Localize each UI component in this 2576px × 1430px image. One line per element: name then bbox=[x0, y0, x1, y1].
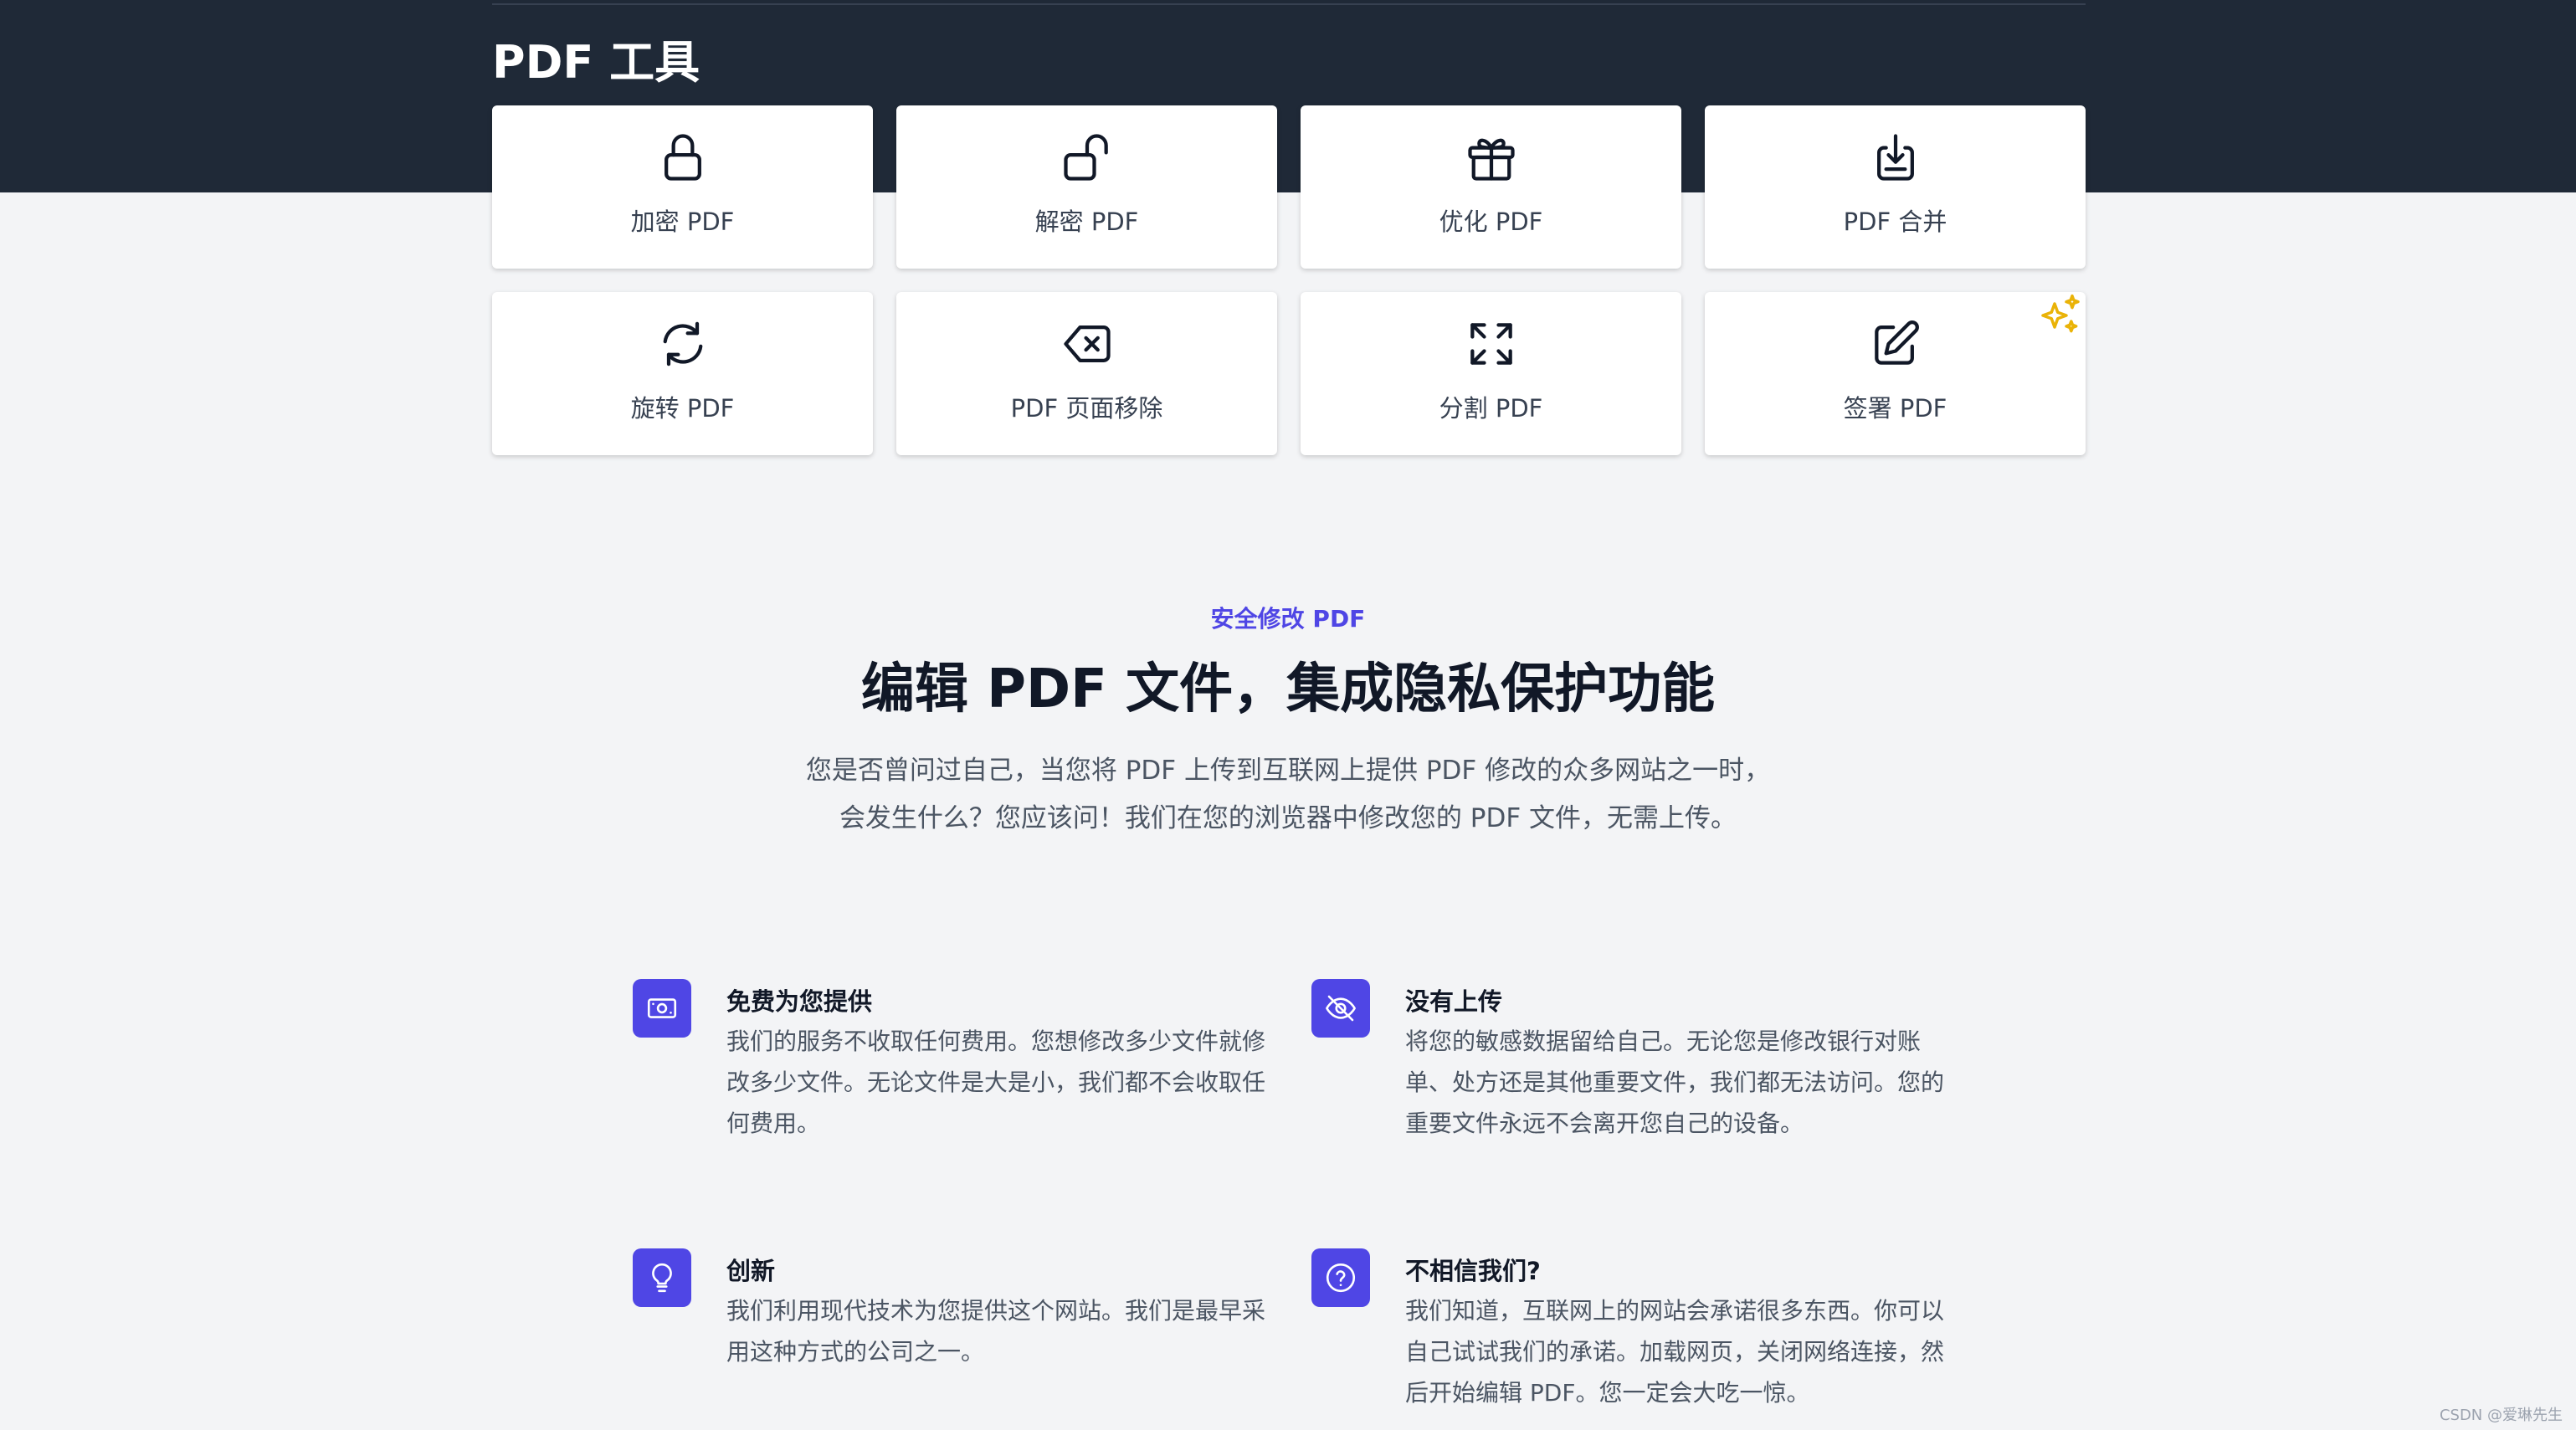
tool-label: 旋转 PDF bbox=[630, 394, 735, 423]
feature-text: 我们利用现代技术为您提供这个网站。我们是最早采用这种方式的公司之一。 bbox=[726, 1297, 1266, 1366]
tool-card-split[interactable]: 分割 PDF bbox=[1301, 292, 1681, 455]
watermark: CSDN @爱琳先生 bbox=[2439, 1407, 2563, 1424]
backspace-delete-icon bbox=[1059, 315, 1116, 372]
tool-card-remove-pages[interactable]: PDF 页面移除 bbox=[896, 292, 1277, 455]
unlock-icon bbox=[1059, 129, 1116, 186]
feature-text: 将您的敏感数据留给自己。无论您是修改银行对账单、处方还是其他重要文件，我们都无法… bbox=[1405, 1028, 1945, 1137]
merge-download-icon bbox=[1867, 129, 1924, 186]
rotate-icon bbox=[654, 315, 711, 372]
intro-line-2: 会发生什么？您应该问！我们在您的浏览器中修改您的 PDF 文件，无需上传。 bbox=[839, 803, 1737, 833]
tools-grid: 加密 PDF 解密 PDF 优化 PDF PDF 合并 旋转 PDF PDF 页… bbox=[492, 105, 2086, 455]
feature-text: 我们知道，互联网上的网站会承诺很多东西。你可以自己试试我们的承诺。加载网页，关闭… bbox=[1405, 1297, 1945, 1407]
tool-label: PDF 页面移除 bbox=[1010, 394, 1163, 423]
lightbulb-icon bbox=[633, 1248, 691, 1307]
page-title: PDF 工具 bbox=[492, 36, 700, 89]
tool-label: 加密 PDF bbox=[630, 208, 735, 236]
expand-arrows-icon bbox=[1463, 315, 1520, 372]
sparkles-icon bbox=[2037, 292, 2084, 339]
tool-card-encrypt[interactable]: 加密 PDF bbox=[492, 105, 873, 269]
tool-card-decrypt[interactable]: 解密 PDF bbox=[896, 105, 1277, 269]
feature-title: 创新 bbox=[726, 1257, 776, 1285]
tool-card-rotate[interactable]: 旋转 PDF bbox=[492, 292, 873, 455]
feature-text: 我们的服务不收取任何费用。您想修改多少文件就修改多少文件。无论文件是大是小，我们… bbox=[726, 1028, 1266, 1137]
intro-line-1: 您是否曾问过自己，当您将 PDF 上传到互联网上提供 PDF 修改的众多网站之一… bbox=[805, 756, 1771, 786]
tool-label: 签署 PDF bbox=[1843, 394, 1947, 423]
section-headline: 编辑 PDF 文件，集成隐私保护功能 bbox=[860, 659, 1716, 720]
banknote-icon bbox=[633, 979, 691, 1038]
tool-label: 优化 PDF bbox=[1439, 208, 1543, 236]
feature-title: 不相信我们? bbox=[1405, 1257, 1541, 1285]
tool-card-sign[interactable]: 签署 PDF bbox=[1705, 292, 2086, 455]
lock-icon bbox=[654, 129, 711, 186]
section-intro: 您是否曾问过自己，当您将 PDF 上传到互联网上提供 PDF 修改的众多网站之一… bbox=[702, 747, 1874, 843]
tool-label: 分割 PDF bbox=[1439, 394, 1543, 423]
tool-label: 解密 PDF bbox=[1034, 208, 1139, 236]
section-eyebrow: 安全修改 PDF bbox=[1210, 605, 1366, 633]
pencil-square-icon bbox=[1867, 315, 1924, 372]
feature-title: 没有上传 bbox=[1405, 987, 1503, 1016]
tool-label: PDF 合并 bbox=[1843, 208, 1947, 236]
header-divider bbox=[492, 3, 2086, 5]
tool-card-merge[interactable]: PDF 合并 bbox=[1705, 105, 2086, 269]
gift-icon bbox=[1463, 129, 1520, 186]
tool-card-optimize[interactable]: 优化 PDF bbox=[1301, 105, 1681, 269]
eye-slash-icon bbox=[1311, 979, 1370, 1038]
feature-title: 免费为您提供 bbox=[726, 987, 873, 1016]
question-circle-icon bbox=[1311, 1248, 1370, 1307]
